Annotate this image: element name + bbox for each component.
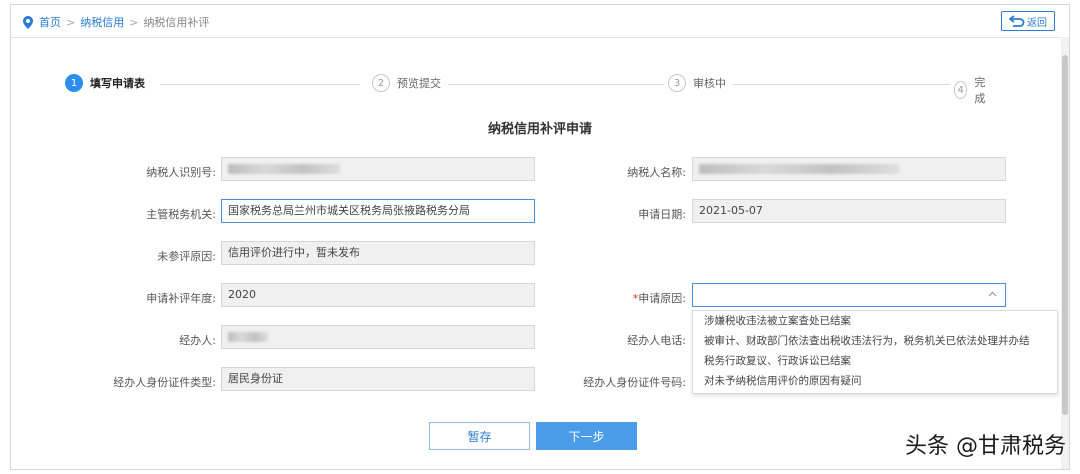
step-number: 2 (372, 74, 390, 92)
chevron-up-icon (988, 291, 997, 297)
apply-reason-label: *申请原因: (486, 290, 686, 306)
handler-label: 经办人: (179, 334, 216, 347)
step-done: 4 完成 (954, 74, 996, 106)
not-rated-reason-label: 未参评原因: (157, 250, 216, 263)
breadcrumb: 首页 > 纳税信用 > 纳税信用补评 (23, 14, 209, 30)
dropdown-option[interactable]: 税务行政复议、行政诉讼已结案 (693, 351, 1057, 371)
taxpayer-name-label: 纳税人名称: (627, 166, 686, 179)
taxpayer-id-label: 纳税人识别号: (146, 166, 216, 179)
breadcrumb-home[interactable]: 首页 (39, 14, 61, 30)
location-pin-icon (23, 15, 33, 29)
apply-date-field[interactable]: 2021-05-07 (692, 199, 1006, 223)
apply-year-label: 申请补评年度: (146, 292, 216, 305)
step-connector (732, 84, 950, 85)
step-connector (448, 84, 664, 85)
scrollbar[interactable] (1061, 37, 1069, 469)
dropdown-option[interactable]: 对未予纳税信用评价的原因有疑问 (693, 371, 1057, 391)
scrollbar-thumb[interactable] (1062, 55, 1068, 415)
dropdown-option[interactable]: 涉嫌税收违法被立案查处已结案 (693, 311, 1057, 331)
watermark: 头条 @甘肃税务 (905, 434, 1066, 459)
apply-reason-select[interactable] (692, 283, 1006, 307)
step-number: 3 (668, 74, 686, 92)
step-label: 填写申请表 (90, 77, 145, 90)
tax-authority-label: 主管税务机关: (146, 208, 216, 221)
back-arrow-icon (1009, 15, 1025, 27)
step-number: 1 (65, 74, 83, 92)
step-preview: 2 预览提交 (372, 74, 447, 92)
handler-id-type-label: 经办人身份证件类型: (113, 376, 216, 389)
next-step-button[interactable]: 下一步 (536, 422, 637, 450)
redacted-value (228, 332, 268, 342)
redacted-value (228, 164, 340, 174)
back-label: 返回 (1027, 17, 1047, 29)
apply-date-label: 申请日期: (638, 208, 686, 221)
apply-reason-label-text: 申请原因: (638, 292, 686, 305)
breadcrumb-separator: > (129, 15, 139, 29)
step-label: 预览提交 (397, 77, 441, 90)
redacted-value (699, 164, 899, 174)
apply-reason-dropdown: 涉嫌税收违法被立案查处已结案 被审计、财政部门依法查出税收违法行为，税务机关已依… (692, 310, 1058, 394)
breadcrumb-current: 纳税信用补评 (143, 16, 210, 29)
breadcrumb-credit[interactable]: 纳税信用 (80, 14, 124, 30)
handler-phone-label: 经办人电话: (627, 334, 686, 347)
handler-id-number-label: 经办人身份证件号码: (583, 376, 686, 389)
step-number: 4 (954, 81, 968, 99)
form-title: 纳税信用补评申请 (487, 122, 592, 137)
step-label: 审核中 (693, 77, 726, 90)
step-connector (160, 84, 360, 85)
taxpayer-name-field[interactable] (692, 157, 1006, 181)
not-rated-reason-field[interactable]: 信用评价进行中，暂未发布 (221, 241, 535, 265)
back-button[interactable]: 返回 (1001, 11, 1055, 31)
save-draft-button[interactable]: 暂存 (429, 422, 530, 450)
step-label: 完成 (974, 76, 986, 105)
progress-steps: 1 填写申请表 2 预览提交 3 审核中 4 完成 (56, 74, 996, 106)
breadcrumb-separator: > (66, 15, 76, 29)
step-fill-form: 1 填写申请表 (65, 74, 151, 92)
top-bar: 首页 > 纳税信用 > 纳税信用补评 返回 (11, 5, 1069, 38)
step-review: 3 审核中 (668, 74, 732, 92)
dropdown-option[interactable]: 被审计、财政部门依法查出税收违法行为，税务机关已依法处理并办结 (693, 331, 1057, 351)
